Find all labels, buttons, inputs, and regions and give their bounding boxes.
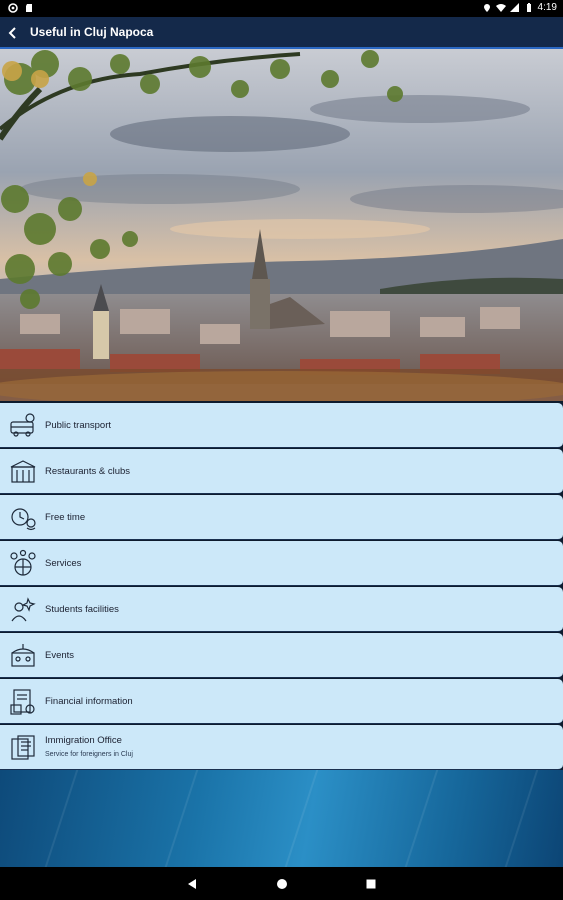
services-icon: [10, 549, 36, 576]
events-icon: [11, 644, 35, 667]
status-time: 4:19: [537, 2, 557, 13]
battery-icon: [526, 2, 531, 12]
signal-icon: [509, 2, 519, 12]
menu-item-label: Services: [45, 558, 82, 569]
background-decoration: [0, 770, 563, 867]
nav-recents-button[interactable]: [362, 875, 380, 893]
nav-back-button[interactable]: [183, 875, 201, 893]
free-time-icon: [11, 508, 36, 531]
menu-item-label: Students facilities: [45, 604, 119, 615]
menu-item-events[interactable]: Events: [0, 633, 563, 678]
menu-item-label: Events: [45, 650, 75, 661]
nav-home-button[interactable]: [273, 875, 291, 893]
menu-item-free-time[interactable]: Free time: [0, 495, 563, 540]
bus-icon: [10, 413, 35, 437]
immigration-icon: [11, 735, 35, 760]
menu-item-sublabel: Service for foreigners in Cluj: [45, 751, 133, 758]
location-icon: [483, 3, 490, 12]
menu-item-label: Immigration Office: [45, 735, 122, 746]
notification-icon: [8, 3, 18, 13]
menu-item-restaurants[interactable]: Restaurants & clubs: [0, 449, 563, 494]
menu-item-students[interactable]: Students facilities: [0, 587, 563, 632]
menu-item-label: Free time: [45, 512, 86, 523]
recents-square-icon: [366, 879, 376, 889]
back-triangle-icon: [188, 879, 196, 889]
student-icon: [11, 597, 36, 622]
page-title: Useful in Cluj Napoca: [30, 25, 154, 39]
back-arrow-icon: [8, 27, 16, 39]
menu-item-services[interactable]: Services: [0, 541, 563, 586]
menu-item-immigration[interactable]: Immigration Office Service for foreigner…: [0, 725, 563, 770]
hero-image: [0, 49, 563, 401]
menu-item-label: Public transport: [45, 420, 112, 431]
restaurant-icon: [10, 460, 36, 483]
sd-card-icon: [26, 4, 32, 12]
back-button[interactable]: [2, 21, 24, 45]
app-bar: Useful in Cluj Napoca: [0, 17, 563, 49]
system-nav-bar: [0, 867, 563, 900]
menu-list: Public transport Restaurants & clubs Fre…: [0, 403, 563, 771]
status-bar: 4:19: [0, 0, 563, 17]
menu-item-financial[interactable]: Financial information: [0, 679, 563, 724]
home-circle-icon: [277, 879, 287, 889]
menu-item-label: Restaurants & clubs: [45, 466, 131, 477]
menu-item-public-transport[interactable]: Public transport: [0, 403, 563, 448]
menu-item-label: Financial information: [45, 696, 133, 707]
financial-icon: [10, 689, 35, 715]
wifi-icon: [495, 3, 506, 12]
